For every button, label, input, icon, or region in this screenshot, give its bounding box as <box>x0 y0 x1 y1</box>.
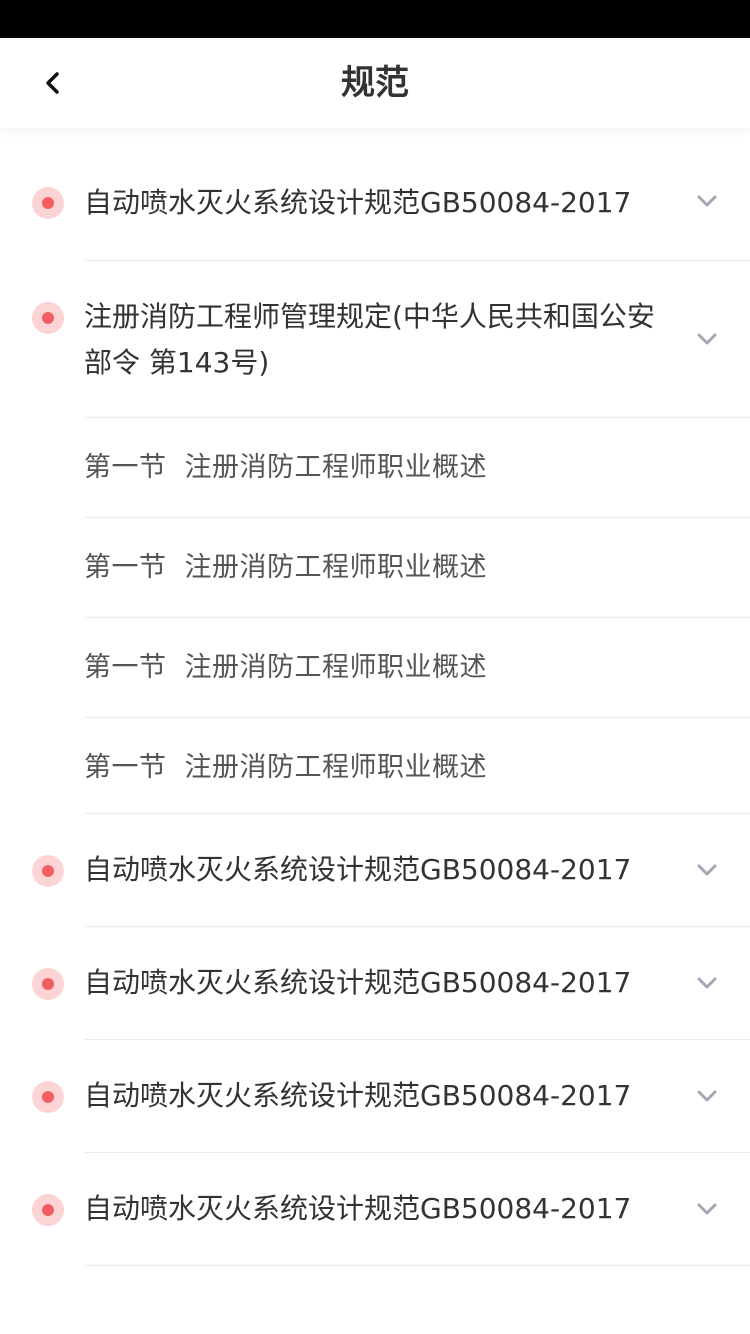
regulation-header[interactable]: 自动喷水灭火系统设计规范GB50084-2017 <box>0 927 750 1040</box>
section-label: 第一节 注册消防工程师职业概述 <box>84 448 487 488</box>
page-title: 规范 <box>341 63 409 103</box>
section-name: 注册消防工程师职业概述 <box>184 452 487 483</box>
regulation-title: 自动喷水灭火系统设计规范GB50084-2017 <box>84 1079 632 1112</box>
section-chapter: 第一节 <box>84 752 167 783</box>
regulation-title: 自动喷水灭火系统设计规范GB50084-2017 <box>84 1192 632 1225</box>
status-bar <box>0 0 750 38</box>
list-item-expanded: 注册消防工程师管理规定(中华人民共和国公安部令 第143号) 第一节 注册消防工程… <box>0 261 750 814</box>
section-item[interactable]: 第一节 注册消防工程师职业概述 <box>0 718 750 814</box>
chevron-down-icon[interactable] <box>692 186 722 216</box>
regulation-header[interactable]: 自动喷水灭火系统设计规范GB50084-2017 <box>0 1040 750 1153</box>
regulation-title: 自动喷水灭火系统设计规范GB50084-2017 <box>84 853 632 886</box>
section-label: 第一节 注册消防工程师职业概述 <box>84 648 487 688</box>
chevron-down-icon[interactable] <box>692 324 722 354</box>
list-item: 自动喷水灭火系统设计规范GB50084-2017 <box>0 128 750 261</box>
section-name: 注册消防工程师职业概述 <box>184 652 487 683</box>
chevron-down-icon[interactable] <box>692 1194 722 1224</box>
section-item[interactable]: 第一节 注册消防工程师职业概述 <box>0 618 750 718</box>
regulation-title: 自动喷水灭火系统设计规范GB50084-2017 <box>84 966 632 999</box>
section-chapter: 第一节 <box>84 452 167 483</box>
chevron-down-icon[interactable] <box>692 855 722 885</box>
section-label: 第一节 注册消防工程师职业概述 <box>84 548 487 588</box>
section-name: 注册消防工程师职业概述 <box>184 552 487 583</box>
chevron-down-icon[interactable] <box>692 1081 722 1111</box>
section-chapter: 第一节 <box>84 552 167 583</box>
list-item: 自动喷水灭火系统设计规范GB50084-2017 <box>0 927 750 1040</box>
red-dot-icon <box>32 855 64 887</box>
red-dot-icon <box>32 1081 64 1113</box>
regulation-title: 注册消防工程师管理规定(中华人民共和国公安部令 第143号) <box>84 300 655 379</box>
section-item[interactable]: 第一节 注册消防工程师职业概述 <box>0 518 750 618</box>
section-label: 第一节 注册消防工程师职业概述 <box>84 748 487 788</box>
list-item: 自动喷水灭火系统设计规范GB50084-2017 <box>0 1040 750 1153</box>
red-dot-icon <box>32 302 64 334</box>
list-item: 自动喷水灭火系统设计规范GB50084-2017 <box>0 1153 750 1266</box>
divider <box>84 1265 750 1266</box>
red-dot-icon <box>32 1194 64 1226</box>
section-item[interactable]: 第一节 注册消防工程师职业概述 <box>0 418 750 518</box>
regulation-header[interactable]: 注册消防工程师管理规定(中华人民共和国公安部令 第143号) <box>0 261 750 418</box>
chevron-down-icon[interactable] <box>692 968 722 998</box>
navigation-bar: 规范 <box>0 38 750 128</box>
regulation-header[interactable]: 自动喷水灭火系统设计规范GB50084-2017 <box>0 1153 750 1266</box>
regulation-header[interactable]: 自动喷水灭火系统设计规范GB50084-2017 <box>0 814 750 927</box>
red-dot-icon <box>32 968 64 1000</box>
section-chapter: 第一节 <box>84 652 167 683</box>
regulation-list: 自动喷水灭火系统设计规范GB50084-2017 注册消防工程师管理规定(中华人… <box>0 128 750 1266</box>
list-item: 自动喷水灭火系统设计规范GB50084-2017 <box>0 814 750 927</box>
red-dot-icon <box>32 187 64 219</box>
section-name: 注册消防工程师职业概述 <box>184 752 487 783</box>
regulation-header[interactable]: 自动喷水灭火系统设计规范GB50084-2017 <box>0 128 750 261</box>
regulation-title: 自动喷水灭火系统设计规范GB50084-2017 <box>84 186 632 219</box>
